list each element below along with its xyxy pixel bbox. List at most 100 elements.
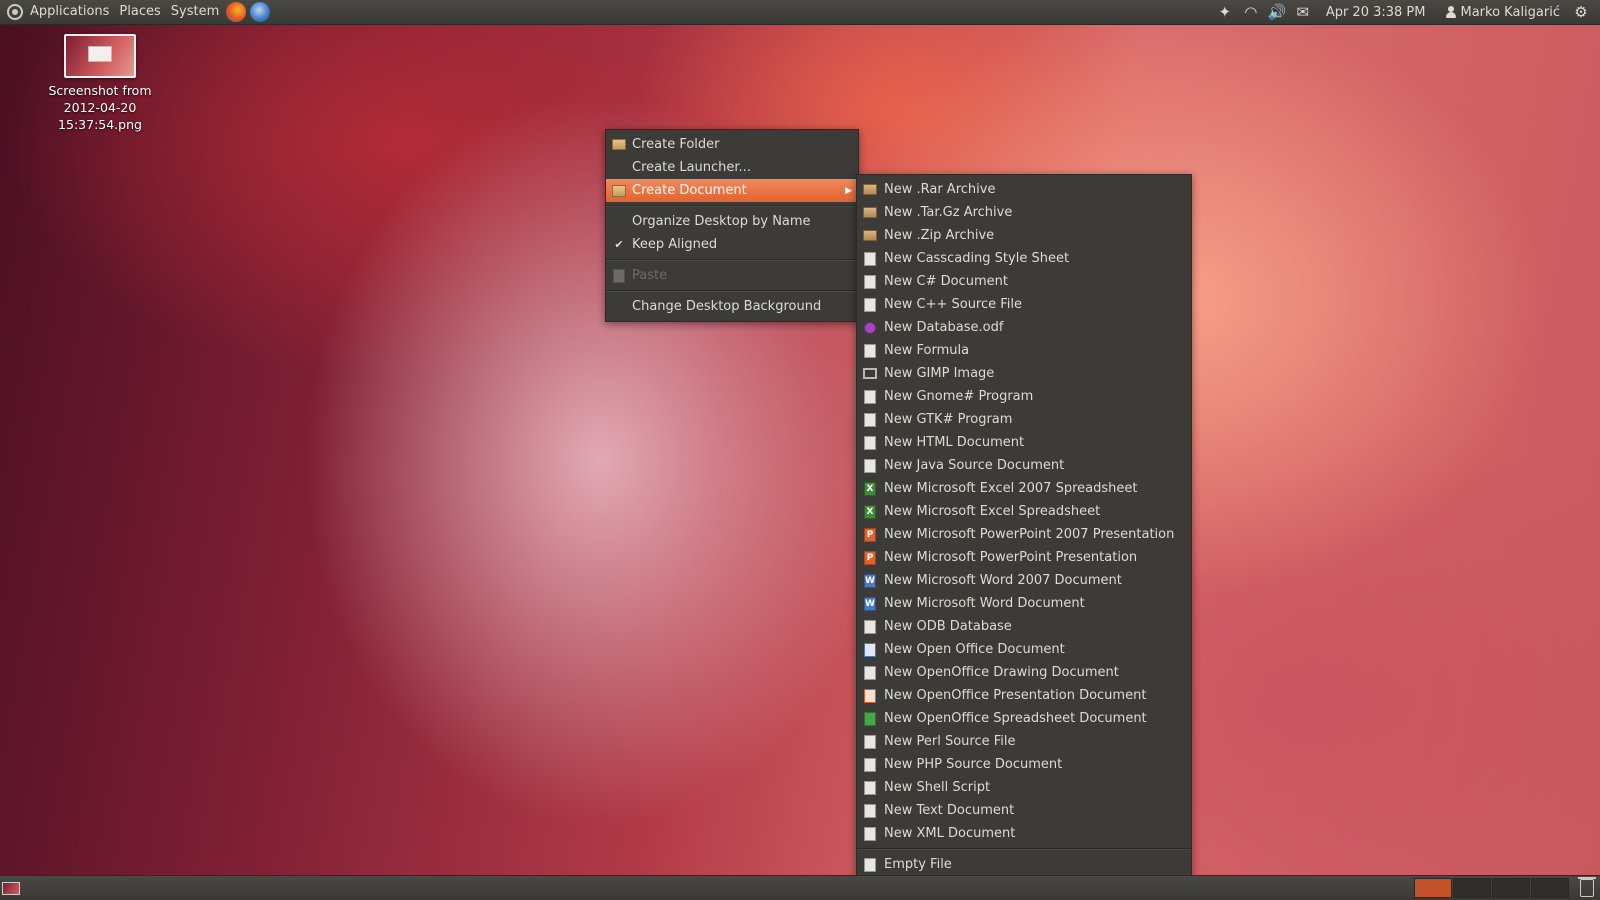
ubuntu-logo-icon[interactable]: [7, 4, 23, 20]
submenu-item-label: New Open Office Document: [884, 642, 1065, 657]
menu-item-create-launcher[interactable]: Create Launcher...: [606, 156, 858, 179]
places-menu[interactable]: Places: [114, 0, 165, 24]
submenu-item[interactable]: New GTK# Program: [857, 408, 1191, 431]
submenu-item[interactable]: New HTML Document: [857, 431, 1191, 454]
top-panel: Applications Places System ✦ ◠ 🔊 ✉ Apr 2…: [0, 0, 1600, 25]
mail-icon[interactable]: ✉: [1290, 0, 1316, 24]
folder-new-icon: [612, 138, 626, 152]
submenu-item[interactable]: New Open Office Document: [857, 638, 1191, 661]
workspace-2[interactable]: [1453, 878, 1491, 898]
submenu-item-label: New Casscading Style Sheet: [884, 251, 1070, 266]
submenu-item-label: New Shell Script: [884, 780, 991, 795]
text-file-icon: [863, 857, 877, 872]
submenu-item-label: New Database.odf: [884, 320, 1004, 335]
text-file-icon: [863, 780, 877, 795]
session-gear-icon[interactable]: ⚙: [1568, 0, 1594, 24]
submenu-item[interactable]: P New Microsoft PowerPoint Presentation: [857, 546, 1191, 569]
submenu-item-label: New XML Document: [884, 826, 1016, 841]
submenu-item-label: New .Tar.Gz Archive: [884, 205, 1013, 220]
submenu-item-label: New Perl Source File: [884, 734, 1016, 749]
clock[interactable]: Apr 20 3:38 PM: [1316, 5, 1438, 20]
workspace-3[interactable]: [1492, 878, 1530, 898]
gimp-image-icon: [863, 367, 877, 381]
submenu-item[interactable]: New Shell Script: [857, 776, 1191, 799]
submenu-item[interactable]: New C++ Source File: [857, 293, 1191, 316]
submenu-item[interactable]: New .Tar.Gz Archive: [857, 201, 1191, 224]
submenu-item-label: New GTK# Program: [884, 412, 1013, 427]
submenu-item-label: New ODB Database: [884, 619, 1012, 634]
submenu-item[interactable]: New OpenOffice Spreadsheet Document: [857, 707, 1191, 730]
submenu-item-label: New OpenOffice Presentation Document: [884, 688, 1147, 703]
menu-item-label: Paste: [632, 268, 668, 283]
menu-item-create-document[interactable]: Create Document ▶: [606, 179, 858, 202]
desktop-file-label: Screenshot from 2012-04-20 15:37:54.png: [48, 83, 152, 132]
submenu-item-label: New Microsoft PowerPoint Presentation: [884, 550, 1138, 565]
user-menu[interactable]: Marko Kaligarić: [1438, 5, 1569, 20]
menu-item-change-background[interactable]: Change Desktop Background: [606, 295, 858, 318]
submenu-item[interactable]: New ODB Database: [857, 615, 1191, 638]
submenu-item-label: New PHP Source Document: [884, 757, 1063, 772]
menu-separator: [857, 848, 1191, 850]
text-file-icon: [863, 803, 877, 818]
wifi-icon[interactable]: ◠: [1238, 0, 1264, 24]
submenu-item[interactable]: New Text Document: [857, 799, 1191, 822]
submenu-item[interactable]: New .Rar Archive: [857, 178, 1191, 201]
submenu-item[interactable]: New Formula: [857, 339, 1191, 362]
submenu-item[interactable]: W New Microsoft Word Document: [857, 592, 1191, 615]
excel-icon: X: [863, 481, 877, 496]
submenu-item[interactable]: X New Microsoft Excel 2007 Spreadsheet: [857, 477, 1191, 500]
volume-icon[interactable]: 🔊: [1264, 0, 1290, 24]
oo-spreadsheet-icon: [863, 711, 877, 726]
applications-menu[interactable]: Applications: [25, 0, 114, 24]
submenu-item[interactable]: New Java Source Document: [857, 454, 1191, 477]
text-file-icon: [863, 389, 877, 404]
thunderbird-launcher-icon[interactable]: [250, 2, 271, 22]
menu-item-label: Create Document: [632, 183, 747, 198]
menu-item-keep-aligned[interactable]: ✔ Keep Aligned: [606, 233, 858, 256]
image-thumbnail-icon: [64, 34, 136, 78]
menu-item-organize-desktop[interactable]: Organize Desktop by Name: [606, 210, 858, 233]
menu-item-label: Create Launcher...: [632, 160, 751, 175]
workspace-4[interactable]: [1531, 878, 1569, 898]
submenu-item[interactable]: New Casscading Style Sheet: [857, 247, 1191, 270]
top-panel-left: Applications Places System: [0, 0, 272, 24]
submenu-item[interactable]: New .Zip Archive: [857, 224, 1191, 247]
word-icon: W: [864, 596, 876, 611]
menu-item-create-folder[interactable]: Create Folder: [606, 133, 858, 156]
submenu-item[interactable]: New OpenOffice Presentation Document: [857, 684, 1191, 707]
submenu-item-label: New Microsoft Excel Spreadsheet: [884, 504, 1101, 519]
trash-icon[interactable]: [1578, 877, 1596, 897]
submenu-item[interactable]: P New Microsoft PowerPoint 2007 Presentat…: [857, 523, 1191, 546]
submenu-item-label: New GIMP Image: [884, 366, 995, 381]
submenu-item[interactable]: New XML Document: [857, 822, 1191, 845]
submenu-item[interactable]: New PHP Source Document: [857, 753, 1191, 776]
submenu-item-label: New .Rar Archive: [884, 182, 996, 197]
submenu-item[interactable]: W New Microsoft Word 2007 Document: [857, 569, 1191, 592]
text-file-icon: [863, 297, 877, 312]
menu-item-label: Create Folder: [632, 137, 720, 152]
show-desktop-icon[interactable]: [2, 882, 20, 895]
oo-document-icon: [863, 642, 877, 657]
submenu-item-label: New HTML Document: [884, 435, 1025, 450]
submenu-item[interactable]: New OpenOffice Drawing Document: [857, 661, 1191, 684]
dropbox-icon[interactable]: ✦: [1212, 0, 1238, 24]
workspace-1[interactable]: [1414, 878, 1452, 898]
submenu-item[interactable]: New Perl Source File: [857, 730, 1191, 753]
desktop-file-screenshot[interactable]: Screenshot from 2012-04-20 15:37:54.png: [40, 34, 160, 133]
firefox-launcher-icon[interactable]: [226, 2, 247, 22]
menu-item-label: Keep Aligned: [632, 237, 718, 252]
archive-icon: [863, 183, 877, 197]
submenu-item[interactable]: New Gnome# Program: [857, 385, 1191, 408]
text-file-icon: [863, 757, 877, 772]
submenu-item-label: New .Zip Archive: [884, 228, 995, 243]
submenu-item[interactable]: X New Microsoft Excel Spreadsheet: [857, 500, 1191, 523]
submenu-item[interactable]: New Database.odf: [857, 316, 1191, 339]
text-file-icon: [863, 435, 877, 450]
text-file-icon: [863, 826, 877, 841]
bottom-panel: [0, 875, 1600, 900]
submenu-item[interactable]: New GIMP Image: [857, 362, 1191, 385]
submenu-item[interactable]: New C# Document: [857, 270, 1191, 293]
submenu-item-empty-file[interactable]: Empty File: [857, 853, 1191, 876]
text-file-icon: [863, 343, 877, 358]
system-menu[interactable]: System: [166, 0, 224, 24]
